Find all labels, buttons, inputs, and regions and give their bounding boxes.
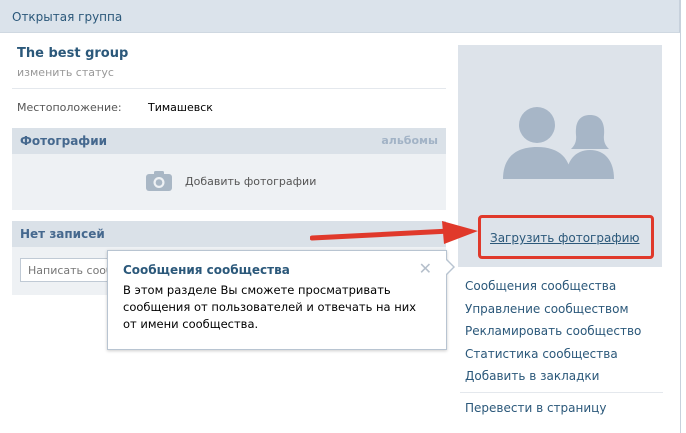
- tooltip-title: Сообщения сообщества: [123, 263, 290, 277]
- albums-link[interactable]: альбомы: [381, 134, 438, 147]
- photos-title[interactable]: Фотографии: [20, 134, 107, 148]
- arrow-pointer-icon: [310, 221, 478, 244]
- community-avatar-icon: [503, 107, 614, 179]
- group-type-title: Открытая группа: [12, 10, 123, 24]
- menu-item-community-messages[interactable]: Сообщения сообщества: [465, 279, 616, 293]
- photos-body: Добавить фотографии: [12, 154, 446, 210]
- upload-photo-link[interactable]: Загрузить фотографию: [490, 231, 640, 245]
- photos-header: Фотографии альбомы: [12, 128, 446, 154]
- location-value: Тимашевск: [148, 101, 213, 114]
- group-type-bar: Открытая группа: [0, 0, 680, 33]
- menu-item-bookmarks[interactable]: Добавить в закладки: [465, 369, 599, 383]
- change-status-link[interactable]: изменить статус: [17, 66, 114, 79]
- tooltip-text: В этом разделе Вы сможете просматривать …: [123, 283, 417, 331]
- menu-item-statistics[interactable]: Статистика сообщества: [465, 347, 618, 361]
- location-label: Местоположение:: [17, 101, 122, 114]
- posts-title: Нет записей: [20, 227, 105, 241]
- menu-divider: [460, 392, 663, 393]
- tooltip-pointer-fill: [445, 259, 453, 275]
- page-edge: [680, 0, 681, 433]
- menu-item-manage-community[interactable]: Управление сообществом: [465, 302, 629, 316]
- camera-icon[interactable]: [146, 171, 172, 191]
- group-name: The best group: [17, 46, 129, 61]
- menu-item-convert-to-page[interactable]: Перевести в страницу: [465, 401, 606, 415]
- menu-item-advertise-community[interactable]: Рекламировать сообщество: [465, 324, 641, 338]
- close-icon[interactable]: ✕: [419, 259, 432, 278]
- add-photos-link[interactable]: Добавить фотографии: [185, 175, 316, 188]
- divider: [12, 88, 446, 89]
- tooltip-popover: Сообщения сообщества В этом разделе Вы с…: [107, 250, 447, 350]
